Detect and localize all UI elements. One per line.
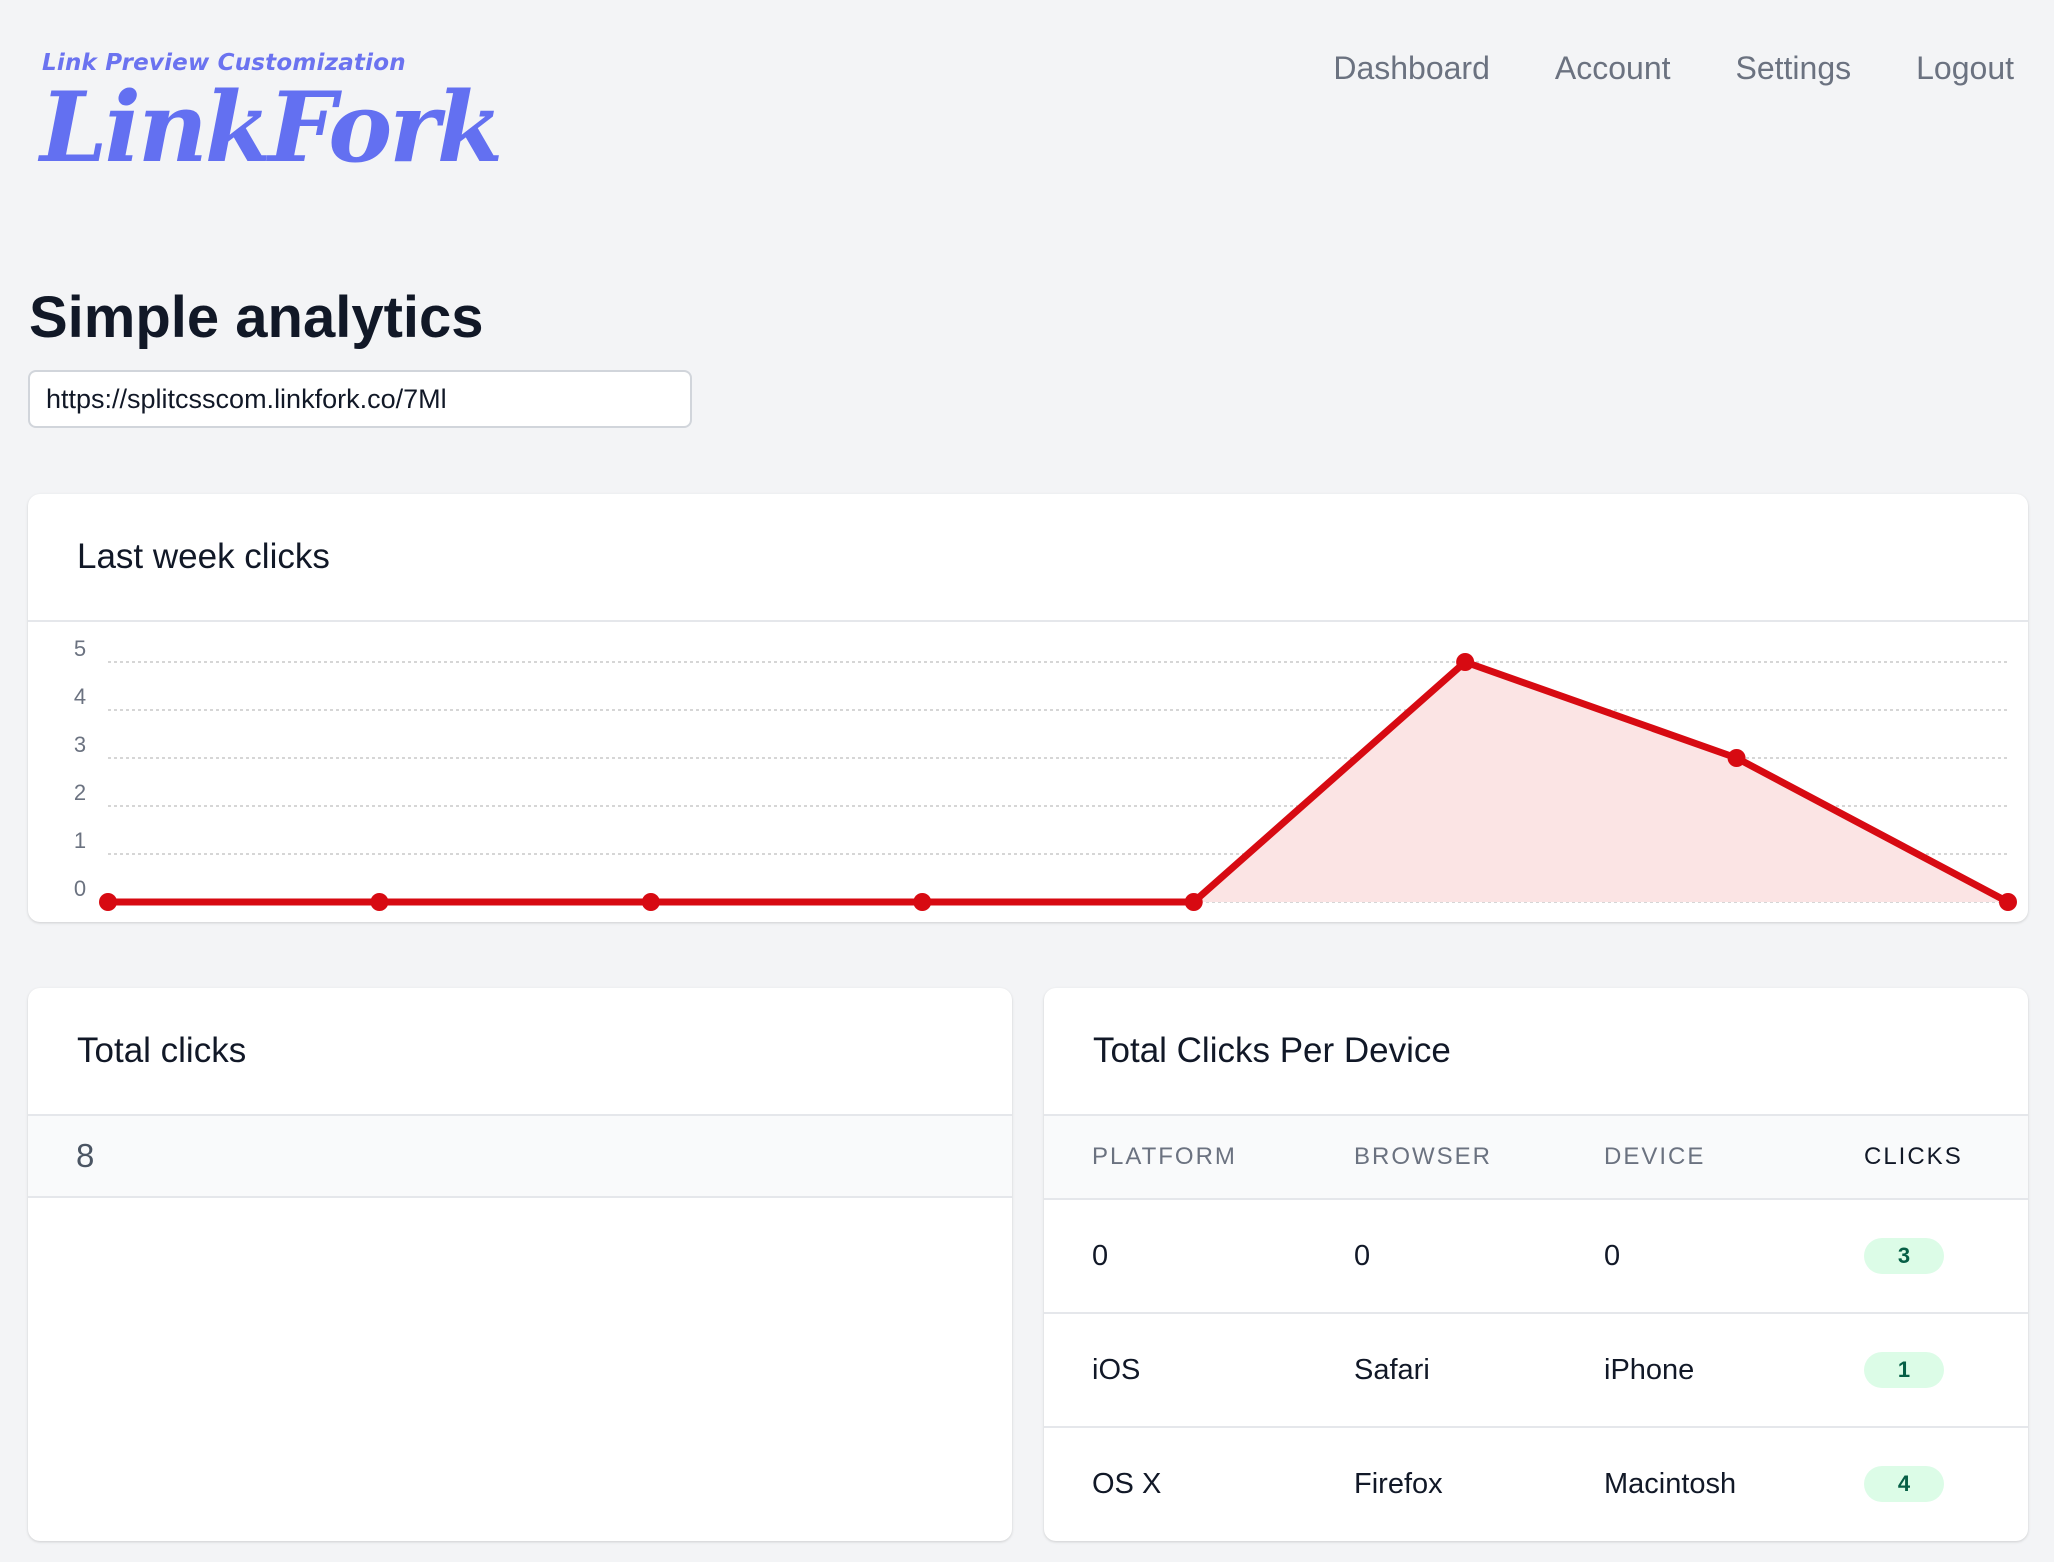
cell-browser: 0 — [1354, 1199, 1604, 1314]
y-tick-label: 5 — [74, 636, 86, 661]
table-row: OS X Firefox Macintosh 4 — [1044, 1427, 2028, 1540]
total-clicks-value: 8 — [28, 1116, 1012, 1198]
short-url-field[interactable] — [28, 370, 692, 428]
clicks-badge: 4 — [1864, 1466, 1944, 1502]
clicks-badge: 3 — [1864, 1238, 1944, 1274]
cell-device: iPhone — [1604, 1313, 1864, 1428]
column-header-browser: BROWSER — [1354, 1116, 1604, 1200]
total-clicks-title: Total clicks — [28, 988, 1012, 1116]
series-area — [108, 662, 2008, 902]
table-row: 0 0 0 3 — [1044, 1199, 2028, 1314]
last-week-clicks-chart: 0 1 2 3 4 5 — [74, 636, 2017, 911]
y-tick-label: 2 — [74, 780, 86, 805]
cell-browser: Firefox — [1354, 1467, 1443, 1500]
cell-platform: 0 — [1044, 1199, 1354, 1314]
top-nav: Dashboard Account Settings Logout — [1333, 50, 2014, 87]
column-header-platform: PLATFORM — [1044, 1116, 1354, 1200]
nav-settings[interactable]: Settings — [1736, 50, 1852, 87]
clicks-per-device-title: Total Clicks Per Device — [1044, 988, 2028, 1116]
cell-platform: iOS — [1044, 1313, 1354, 1428]
last-week-clicks-title: Last week clicks — [28, 494, 2028, 622]
page-title: Simple analytics — [29, 285, 484, 350]
total-clicks-card: Total clicks 8 — [28, 988, 1012, 1541]
data-point — [1727, 749, 1746, 767]
nav-dashboard[interactable]: Dashboard — [1333, 50, 1490, 87]
clicks-per-device-card: Total Clicks Per Device PLATFORM BROWSER… — [1044, 988, 2028, 1541]
data-point — [1184, 893, 1203, 911]
page: Link Preview Customization LinkFork Dash… — [0, 0, 2054, 1562]
device-table: PLATFORM BROWSER DEVICE CLICKS 0 0 0 3 i… — [1044, 1116, 2028, 1540]
brand[interactable]: Link Preview Customization LinkFork — [40, 50, 503, 176]
nav-account[interactable]: Account — [1555, 50, 1671, 87]
cell-clicks: 3 — [1864, 1199, 2028, 1314]
cell-clicks: 4 — [1864, 1427, 2028, 1540]
data-point — [99, 893, 117, 911]
column-header-clicks: CLICKS — [1864, 1116, 2028, 1200]
column-header-device: DEVICE — [1604, 1116, 1864, 1200]
data-point — [913, 893, 932, 911]
y-tick-label: 4 — [74, 684, 86, 709]
cell-clicks: 1 — [1864, 1313, 2028, 1428]
cell-device: Macintosh — [1604, 1467, 1737, 1500]
table-header-row: PLATFORM BROWSER DEVICE CLICKS — [1044, 1116, 2028, 1200]
cell-browser: Safari — [1354, 1313, 1604, 1428]
table-row: iOS Safari iPhone 1 — [1044, 1313, 2028, 1428]
data-point — [1999, 893, 2017, 911]
data-point — [641, 893, 660, 911]
brand-logo[interactable]: LinkFork — [40, 80, 503, 176]
y-tick-label: 3 — [74, 732, 86, 757]
data-point — [1456, 653, 1475, 671]
cell-device: 0 — [1604, 1199, 1864, 1314]
cell-platform: OS X — [1092, 1467, 1162, 1500]
nav-logout[interactable]: Logout — [1916, 50, 2014, 87]
y-tick-label: 1 — [74, 828, 86, 853]
last-week-clicks-card: Last week clicks 0 1 2 3 4 5 — [28, 494, 2028, 922]
data-point — [370, 893, 389, 911]
clicks-badge: 1 — [1864, 1352, 1944, 1388]
y-tick-label: 0 — [74, 876, 86, 901]
